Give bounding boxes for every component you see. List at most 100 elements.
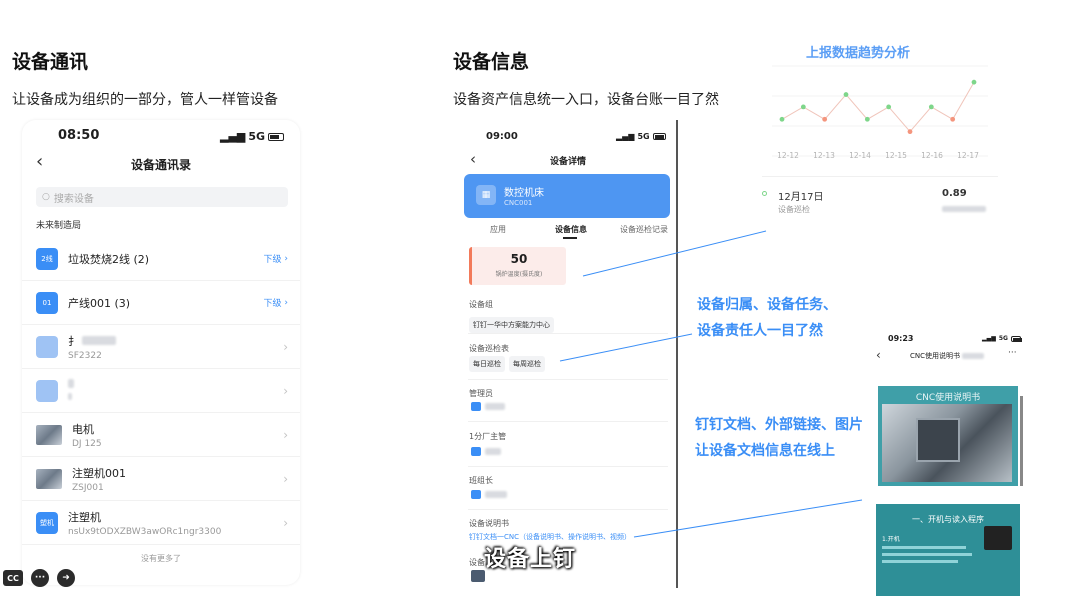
battery-icon — [652, 133, 666, 140]
tab-inspection-records[interactable]: 设备巡检记录 — [620, 224, 668, 235]
divider — [468, 379, 668, 380]
scrollbar[interactable] — [1020, 396, 1023, 486]
annotation-line: 设备责任人一目了然 — [697, 323, 823, 339]
device-name: 注塑机 — [68, 510, 101, 524]
user-icon — [471, 447, 481, 456]
redacted-text — [942, 206, 986, 212]
data-point[interactable] — [864, 116, 870, 122]
org-name: 未来制造局 — [36, 221, 82, 231]
redacted-text — [962, 353, 985, 359]
list-item[interactable]: 扌 SF2322 › — [22, 325, 300, 369]
nav-title: CNC使用说明书 — [910, 352, 961, 360]
team-leader-person[interactable] — [471, 490, 507, 499]
data-point[interactable] — [800, 104, 806, 110]
search-placeholder: 搜索设备 — [53, 193, 94, 205]
tab-device-info[interactable]: 设备信息 — [555, 224, 587, 235]
back-chevron-icon[interactable]: ‹ — [876, 348, 881, 362]
list-item[interactable]: 01 产线001 (3) 下级 › — [22, 281, 300, 325]
data-point[interactable] — [928, 104, 934, 110]
left-section-title: 设备通讯 — [12, 51, 89, 73]
text-line — [882, 546, 966, 549]
active-tab-indicator — [563, 237, 577, 239]
factory-supervisor-person[interactable] — [471, 447, 501, 456]
x-tick-label: 12-15 — [885, 151, 907, 160]
device-name: 数控机床 — [504, 188, 544, 199]
attachment-thumbnail[interactable] — [471, 570, 485, 582]
user-icon — [471, 402, 481, 411]
x-tick-label: 12-13 — [813, 151, 835, 160]
molding-machine-thumbnail — [36, 468, 62, 489]
more-label: 设备 — [469, 558, 485, 567]
more-options-icon[interactable]: ··· — [1008, 348, 1017, 358]
list-item[interactable]: 塑机 注塑机 nsUx9tODXZBW3awORc1ngr3300 › — [22, 501, 300, 545]
tab-apps[interactable]: 应用 — [490, 224, 506, 235]
redacted-text — [82, 335, 116, 345]
manager-person[interactable] — [471, 402, 505, 411]
device-name: 产线001 (3) — [68, 296, 131, 310]
data-point[interactable] — [843, 92, 849, 97]
device-code: SF2322 — [68, 350, 102, 361]
nav-title: 设备详情 — [549, 157, 586, 167]
device-code: ZSJ001 — [72, 482, 104, 493]
divider — [468, 333, 668, 334]
list-item[interactable]: 注塑机001 ZSJ001 › — [22, 457, 300, 501]
data-point[interactable] — [907, 129, 913, 135]
inspection-chip-weekly[interactable]: 每周巡检 — [509, 356, 545, 372]
forward-arrow-button[interactable]: ➜ — [57, 569, 75, 587]
device-name: 注塑机001 — [72, 466, 126, 480]
cnc-machine-photo — [882, 404, 1012, 482]
redacted-text — [68, 379, 74, 388]
network-label: 5G — [248, 130, 266, 143]
manager-label: 管理员 — [469, 389, 493, 398]
left-section-subtitle: 让设备成为组织的一部分，管人一样管设备 — [12, 92, 278, 108]
nav-title: 设备通讯录 — [130, 158, 191, 172]
inspection-label: 设备巡检表 — [469, 344, 509, 353]
list-item[interactable]: 电机 DJ 125 › — [22, 413, 300, 457]
chevron-right-icon: › — [283, 515, 288, 530]
team-leader-label: 班组长 — [469, 476, 493, 485]
manual-section-page[interactable]: 一、开机与读入程序 1.开机 — [876, 504, 1020, 596]
list-item[interactable]: 2线 垃圾焚烧2线 (2) 下级 › — [22, 237, 300, 281]
data-point[interactable] — [822, 116, 828, 122]
latest-report-panel: 12月17日 设备巡检 0.89 — [762, 176, 998, 228]
section-heading: 一、开机与读入程序 — [912, 515, 984, 524]
search-input[interactable]: ○ 搜索设备 — [36, 187, 288, 207]
status-indicators: ▂▄▆ 5G — [220, 130, 285, 143]
device-icon — [36, 379, 58, 402]
x-tick-label: 12-12 — [777, 151, 799, 160]
manual-cover-page[interactable]: CNC使用说明书 — [876, 384, 1020, 488]
redacted-text — [485, 403, 505, 410]
chevron-right-icon: › — [281, 253, 288, 264]
report-date: 12月17日 — [778, 192, 824, 203]
panel-photo — [984, 526, 1012, 550]
more-options-button[interactable]: ··· — [31, 569, 49, 587]
data-point[interactable] — [779, 116, 785, 122]
device-name: 垃圾焚烧2线 (2) — [68, 252, 150, 266]
device-header-card: ▦ 数控机床 CNC001 — [464, 174, 670, 218]
network-label: 5G — [998, 335, 1008, 342]
report-label: 设备巡检 — [778, 205, 810, 214]
network-label: 5G — [637, 132, 650, 141]
device-directory-phone: 08:50 ▂▄▆ 5G ‹ 设备通讯录 ○ 搜索设备 未来制造局 2线 垃圾焚… — [22, 120, 300, 585]
nav-title-group: CNC使用说明书 — [910, 351, 985, 361]
mid-section-title: 设备信息 — [453, 51, 530, 73]
status-time: 09:00 — [486, 131, 518, 142]
list-item[interactable]: › — [22, 369, 300, 413]
metric-card[interactable]: 50 锅炉温度(摄氏度) — [469, 247, 566, 285]
device-code: nsUx9tODXZBW3awORc1ngr3300 — [68, 526, 222, 537]
point-marker-icon — [762, 191, 767, 196]
group-chip[interactable]: 钉钉一华中方案能力中心 — [469, 317, 554, 333]
data-point[interactable] — [886, 104, 892, 110]
inspection-chip-daily[interactable]: 每日巡检 — [469, 356, 505, 372]
data-point[interactable] — [971, 79, 977, 85]
data-point[interactable] — [950, 116, 956, 122]
closed-captions-button[interactable]: CC — [3, 570, 23, 586]
metric-value: 50 — [510, 252, 528, 266]
device-code: CNC001 — [504, 199, 533, 207]
battery-icon — [1010, 335, 1022, 342]
device-group-icon: 2线 — [36, 247, 58, 270]
sub-level-link[interactable]: 下级 — [264, 252, 282, 265]
device-detail-phone: 09:00 ▂▄▆ 5G ‹ 设备详情 ▦ 数控机床 CNC001 应用 设备信… — [462, 120, 678, 588]
trend-chart-panel: 上报数据趋势分析 12-12 12-13 12-14 12-15 12-16 12-17 — [762, 36, 998, 176]
sub-level-link[interactable]: 下级 — [264, 296, 282, 309]
